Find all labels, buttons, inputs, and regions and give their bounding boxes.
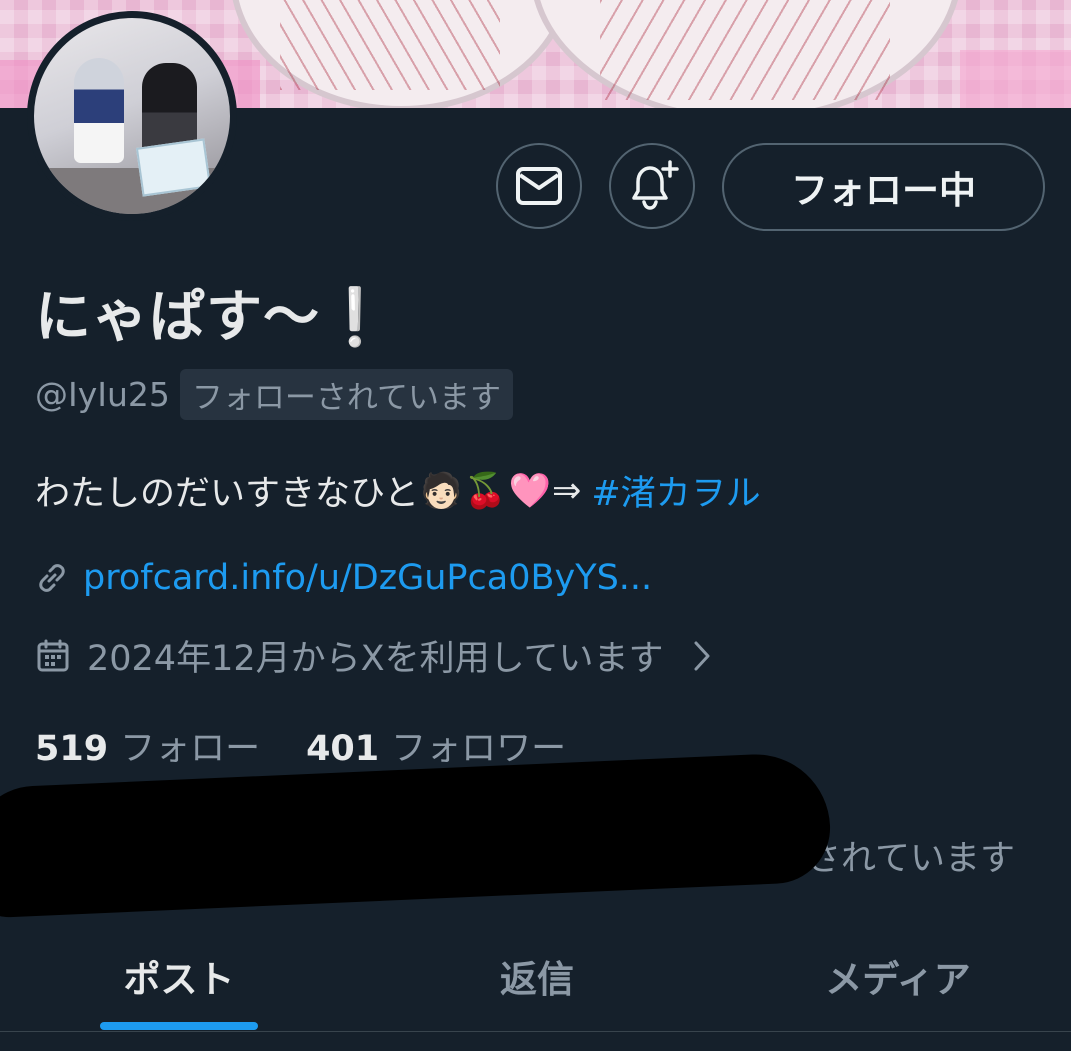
follows-you-badge: フォローされています <box>179 368 513 420</box>
banner-decor <box>960 50 1071 108</box>
mutual-followers-row[interactable]: さんとさんにフォローされています <box>0 751 1071 919</box>
bio-text: わたしのだいすきなひと <box>35 474 419 514</box>
envelope-icon <box>516 167 562 205</box>
active-tab-indicator <box>100 1022 258 1030</box>
handle-row: @IyIu25 フォローされています <box>35 368 513 420</box>
following-button[interactable]: フォロー中 <box>722 143 1045 231</box>
bio-hashtag-link[interactable]: #渚カヲル <box>591 465 760 516</box>
user-handle: @IyIu25 <box>35 374 170 414</box>
display-name: にゃぱす〜❕ <box>35 285 391 350</box>
chevron-right-icon <box>694 641 710 670</box>
notifications-button[interactable] <box>609 143 695 229</box>
avatar-figure <box>74 58 124 163</box>
person-emoji: 🧑🏻 <box>419 470 463 511</box>
tab-replies[interactable]: 返信 <box>437 926 637 1026</box>
banner-illustration <box>600 0 890 100</box>
tabs-divider <box>0 1031 1071 1032</box>
joined-date-row[interactable]: 2024年12月からXを利用しています <box>35 630 712 681</box>
profile-tabs: ポスト 返信 メディア <box>0 926 1071 1033</box>
link-icon <box>39 564 65 592</box>
profile-avatar[interactable] <box>27 11 237 221</box>
avatar-box <box>135 138 212 197</box>
profile-url-row[interactable]: profcard.info/u/DzGuPca0ByYS... <box>35 558 652 598</box>
following-label: フォロー <box>120 729 261 769</box>
tab-posts[interactable]: ポスト <box>79 926 279 1026</box>
follow-stats: 519 フォロー 401 フォロワー <box>35 720 566 771</box>
bio-arrow: ⇒ <box>551 470 582 511</box>
pink-heart-emoji: 🩷 <box>508 470 551 511</box>
following-link[interactable]: 519 フォロー <box>35 720 260 771</box>
profile-bio: わたしのだいすきなひと 🧑🏻 🍒 🩷 ⇒ #渚カヲル <box>35 465 761 516</box>
following-count: 519 <box>35 729 109 769</box>
tab-media[interactable]: メディア <box>798 926 998 1026</box>
banner-illustration <box>280 0 500 90</box>
followers-count: 401 <box>306 729 380 769</box>
joined-date-text: 2024年12月からXを利用しています <box>87 639 664 679</box>
bell-plus-icon <box>632 160 679 210</box>
message-button[interactable] <box>496 143 582 229</box>
profile-url-link[interactable]: profcard.info/u/DzGuPca0ByYS... <box>83 558 652 598</box>
cherry-emoji: 🍒 <box>464 470 507 511</box>
redaction-scribble <box>0 751 833 919</box>
calendar-icon <box>37 639 69 671</box>
